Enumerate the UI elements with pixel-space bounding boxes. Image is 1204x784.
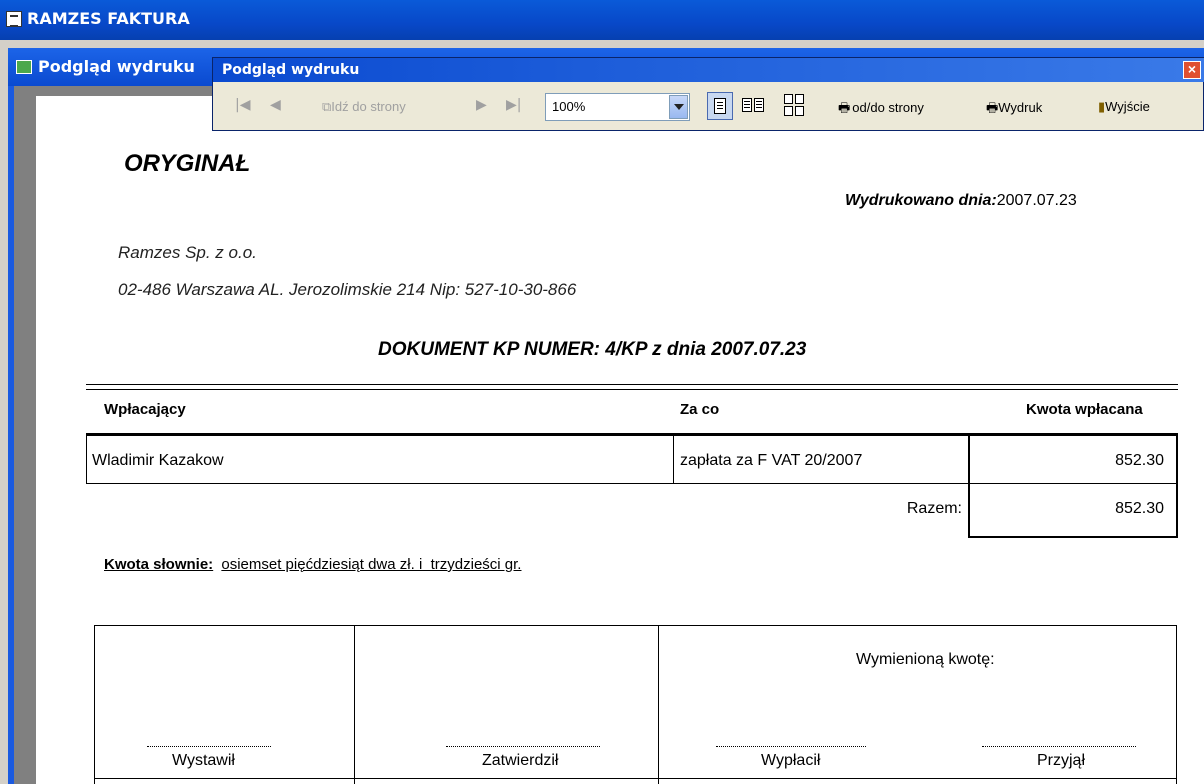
preview-window-title: Podgląd wydruku bbox=[38, 57, 195, 76]
row-border-mid2 bbox=[968, 436, 970, 537]
signature-issued: Wystawił bbox=[172, 752, 235, 769]
header-amount: Kwota wpłacana bbox=[1026, 401, 1143, 418]
company-name: Ramzes Sp. z o.o. bbox=[118, 243, 257, 262]
print-button[interactable]: 🖶Wydruk bbox=[986, 99, 1042, 121]
sign-border-left bbox=[94, 625, 95, 784]
sign-top-rule bbox=[94, 625, 1177, 626]
toolbar-title: Podgląd wydruku bbox=[222, 62, 360, 78]
next-page-button[interactable]: ▶ bbox=[476, 97, 487, 113]
one-page-icon bbox=[714, 98, 726, 114]
page-range-button[interactable]: 🖶 od/do strony bbox=[838, 99, 924, 121]
table-top-rule-2 bbox=[86, 389, 1178, 390]
app-title: RAMZES FAKTURA bbox=[27, 9, 190, 28]
header-purpose: Za co bbox=[680, 401, 720, 418]
multi-page-icon-3 bbox=[784, 106, 793, 116]
goto-page-label: Idź do strony bbox=[331, 99, 406, 114]
sign-bottom-rule bbox=[94, 778, 1177, 779]
printer-icon: 🖶 bbox=[986, 101, 999, 116]
last-page-icon: ▶| bbox=[506, 97, 522, 113]
signature-approved: Zatwierdził bbox=[482, 752, 559, 769]
first-page-button[interactable]: |◀ bbox=[235, 97, 250, 113]
toolbar-title-bar[interactable]: Podgląd wydruku bbox=[213, 58, 1204, 82]
row-bottom-rule bbox=[86, 483, 1178, 484]
sign-border-2 bbox=[658, 625, 659, 784]
close-icon: × bbox=[1187, 61, 1197, 77]
two-pages-icon-right bbox=[754, 98, 764, 112]
multi-page-icon bbox=[784, 94, 793, 104]
two-pages-icon bbox=[742, 98, 752, 112]
printed-date-value: 2007.07.23 bbox=[996, 192, 1077, 209]
table-row-purpose: zapłata za F VAT 20/2007 bbox=[680, 452, 863, 469]
document-heading: ORYGINAŁ bbox=[124, 150, 251, 177]
zoom-value: 100% bbox=[552, 99, 586, 114]
next-page-icon: ▶ bbox=[476, 97, 487, 113]
sign-border-right bbox=[1176, 625, 1177, 784]
two-pages-view-button[interactable] bbox=[740, 94, 768, 118]
app-title-bar: RAMZES FAKTURA bbox=[0, 0, 1204, 40]
sign-dots-received bbox=[982, 746, 1136, 747]
row-border-left bbox=[86, 436, 87, 484]
signature-paidout: Wypłacił bbox=[761, 752, 821, 769]
row-border-right bbox=[1176, 436, 1178, 537]
page-range-label: od/do strony bbox=[852, 100, 924, 115]
one-page-view-button[interactable] bbox=[707, 92, 733, 120]
printed-date-label: Wydrukowano dnia: bbox=[845, 192, 997, 209]
print-label: Wydruk bbox=[998, 100, 1043, 115]
prev-page-button[interactable]: ◀ bbox=[270, 97, 281, 113]
total-bottom-rule bbox=[968, 536, 1178, 538]
exit-label: Wyjście bbox=[1105, 99, 1150, 114]
printer-icon: 🖶 bbox=[838, 101, 851, 116]
amount-words-value: osiemset pięćdziesiąt dwa zł. i trzydzie… bbox=[221, 556, 522, 573]
printed-date-line: Wydrukowano dnia:2007.07.23 bbox=[845, 192, 1077, 210]
header-payer: Wpłacający bbox=[104, 401, 186, 418]
multi-page-view-button[interactable] bbox=[782, 92, 808, 118]
document-title: DOKUMENT KP NUMER: 4/KP z dnia 2007.07.2… bbox=[378, 339, 807, 360]
last-page-button[interactable]: ▶| bbox=[506, 97, 521, 113]
goto-page-button[interactable]: ⧉Idź do strony bbox=[322, 99, 406, 115]
total-value: 852.30 bbox=[1115, 500, 1164, 517]
sign-dots-issued bbox=[147, 746, 271, 747]
amount-words-line: Kwota słownie: osiemset pięćdziesiąt dwa… bbox=[104, 556, 521, 573]
table-row-payer: Wladimir Kazakow bbox=[92, 452, 224, 469]
table-row-amount: 852.30 bbox=[1115, 452, 1164, 469]
amount-caption: Wymienioną kwotę: bbox=[856, 651, 995, 668]
multi-page-icon-4 bbox=[795, 106, 804, 116]
table-top-rule bbox=[86, 384, 1178, 385]
total-label: Razem: bbox=[906, 500, 962, 517]
exit-button[interactable]: ▮Wyjście bbox=[1098, 99, 1150, 115]
goto-page-icon: ⧉ bbox=[322, 100, 332, 115]
company-address: 02-486 Warszawa AL. Jerozolimskie 214 Ni… bbox=[118, 280, 577, 299]
sign-dots-paidout bbox=[716, 746, 866, 747]
first-page-icon: |◀ bbox=[235, 97, 251, 113]
signature-received: Przyjął bbox=[1037, 752, 1086, 769]
chevron-down-icon[interactable] bbox=[669, 95, 688, 119]
multi-page-icon-2 bbox=[795, 94, 804, 104]
prev-page-icon: ◀ bbox=[270, 97, 281, 113]
sign-border-1 bbox=[354, 625, 355, 784]
header-rule bbox=[86, 433, 1178, 436]
sign-dots-approved bbox=[446, 746, 600, 747]
amount-words-label: Kwota słownie: bbox=[104, 556, 214, 573]
window-icon bbox=[16, 60, 32, 74]
close-button[interactable]: × bbox=[1183, 61, 1201, 79]
row-border-mid1 bbox=[673, 436, 674, 484]
app-icon bbox=[6, 11, 22, 27]
